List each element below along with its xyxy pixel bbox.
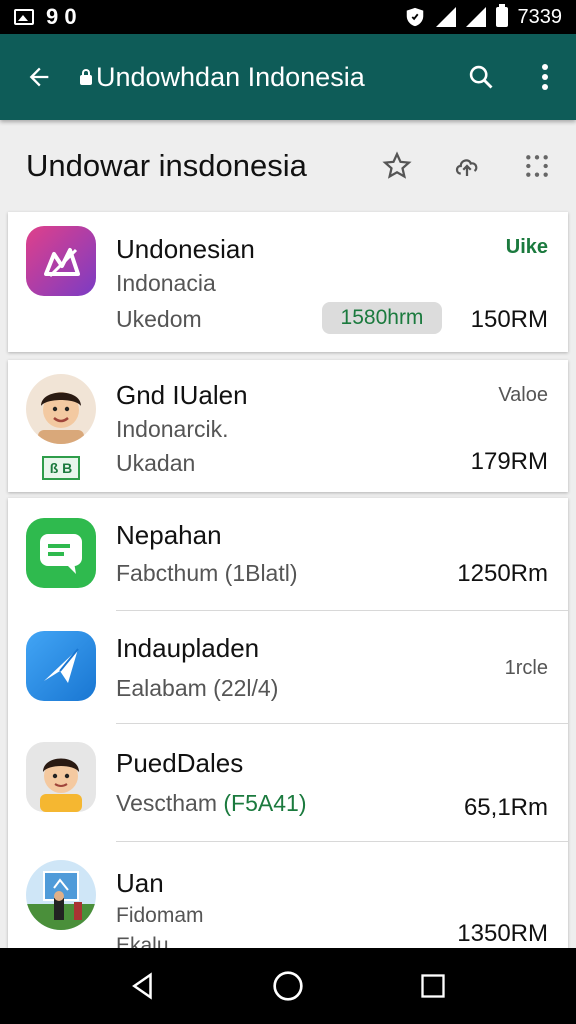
- cell-signal-icon: [465, 7, 486, 27]
- page-title: Undowar insdonesia: [26, 148, 307, 183]
- item-subtitle: Vesctham (F5A41): [116, 790, 306, 817]
- list-item[interactable]: ß B Gnd IUalen Indonarcik. Ukadan Valoe …: [8, 360, 568, 492]
- item-subtitle: Fabcthum (1Blatl): [116, 560, 298, 586]
- item-name: Indaupladen: [116, 633, 260, 663]
- item-subtitle: Fidomam: [116, 904, 204, 927]
- item-price: 150RM: [470, 306, 548, 333]
- wifi-signal-icon: [435, 7, 456, 27]
- item-name: Uan: [116, 868, 164, 898]
- price-pill[interactable]: 1580hrm: [322, 302, 442, 334]
- item-name: Undonesian: [116, 234, 255, 264]
- item-subtitle-prefix: Vesctham: [116, 790, 217, 816]
- list-item[interactable]: Indaupladen Ealabam (22l/4) 1rcle: [8, 611, 568, 723]
- star-icon[interactable]: [382, 151, 412, 181]
- app-bar-title: Undowhdan Indonesia: [96, 61, 365, 92]
- app-bar: Undowhdan Indonesia: [0, 34, 576, 120]
- lock-icon: [80, 69, 92, 85]
- app-list: Nepahan Fabcthum (1Blatl) 1250Rm Indaupl…: [8, 498, 568, 948]
- page-header: Undowar insdonesia: [0, 120, 576, 212]
- status-bar: 9 0 7339: [0, 0, 576, 34]
- small-tag: ß B: [42, 456, 80, 480]
- item-name: PuedDales: [116, 748, 244, 778]
- item-badge: 1rcle: [504, 657, 548, 679]
- chat-app-icon: [26, 518, 96, 588]
- item-price: 65,1Rm: [463, 794, 548, 821]
- item-badge: Valoe: [498, 384, 548, 406]
- item-subtitle-2: Ekalu: [116, 934, 169, 948]
- gallery-notification-icon: [14, 9, 34, 25]
- search-icon[interactable]: [466, 62, 496, 92]
- grid-dots-icon[interactable]: [522, 151, 552, 181]
- avatar: [26, 742, 96, 812]
- photo-app-icon: [26, 860, 96, 930]
- battery-icon: [495, 4, 508, 27]
- item-subtitle: Indonarcik.: [116, 416, 229, 442]
- status-time-right: 7339: [517, 5, 563, 28]
- status-time-left: 9 0: [46, 4, 77, 29]
- nav-back-icon[interactable]: [123, 966, 163, 1006]
- back-arrow-icon[interactable]: [22, 60, 56, 94]
- item-subtitle-2: Ukadan: [116, 450, 196, 476]
- avatar: [26, 374, 96, 444]
- list-item[interactable]: Uan Fidomam Ekalu 1350RM: [8, 842, 568, 948]
- item-badge: Uike: [505, 236, 548, 258]
- item-price: 1350RM: [457, 920, 548, 947]
- share-cloud-icon[interactable]: [452, 151, 482, 181]
- vpn-shield-icon: [406, 7, 423, 27]
- app-icon: [26, 226, 96, 296]
- item-subtitle-code: (F5A41): [223, 790, 307, 816]
- item-subtitle: Indonacia: [116, 270, 216, 296]
- item-subtitle: Ealabam (22l/4): [116, 675, 279, 701]
- system-nav-bar: [0, 948, 576, 1024]
- item-name: Nepahan: [116, 520, 222, 550]
- nav-recents-icon[interactable]: [413, 966, 453, 1006]
- item-subtitle-2: Ukedom: [116, 306, 202, 332]
- list-item[interactable]: Nepahan Fabcthum (1Blatl) 1250Rm: [8, 498, 568, 610]
- list-item[interactable]: Undonesian Indonacia Ukedom Uike 1580hrm…: [8, 212, 568, 352]
- more-vert-icon[interactable]: [530, 62, 560, 92]
- nav-home-icon[interactable]: [268, 966, 308, 1006]
- list-item[interactable]: PuedDales Vesctham (F5A41) 65,1Rm: [8, 724, 568, 840]
- item-price: 179RM: [470, 448, 548, 475]
- send-app-icon: [26, 631, 96, 701]
- item-name: Gnd IUalen: [116, 380, 248, 410]
- item-price: 1250Rm: [457, 560, 548, 587]
